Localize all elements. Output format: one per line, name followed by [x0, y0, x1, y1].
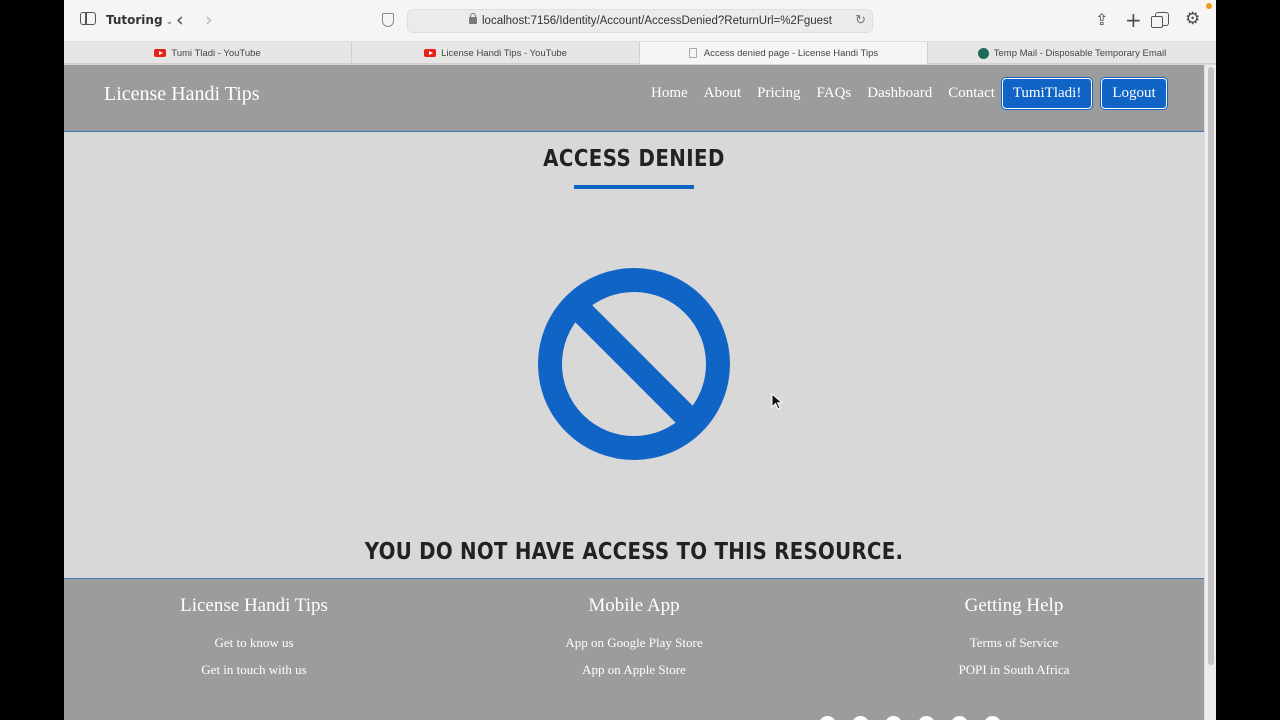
nav-dashboard-link[interactable]: Dashboard: [867, 85, 932, 102]
nav-pricing-link[interactable]: Pricing: [757, 85, 800, 102]
footer-column-about: License Handi Tips Get to know us Get in…: [64, 595, 444, 689]
page-scrollbar[interactable]: [1204, 65, 1216, 720]
footer-link[interactable]: Terms of Service: [824, 635, 1204, 651]
youtube-icon: [424, 49, 437, 57]
site-footer: License Handi Tips Get to know us Get in…: [64, 578, 1204, 720]
forward-button[interactable]: ›: [205, 9, 213, 31]
url-text[interactable]: localhost:7156/Identity/Account/AccessDe…: [482, 15, 832, 27]
youtube-icon: [154, 49, 167, 57]
nav-links: Home About Pricing FAQs Dashboard Contac…: [651, 85, 995, 102]
page-icon: [688, 48, 697, 58]
mouse-cursor-icon: [771, 393, 783, 410]
notification-dot: [1206, 3, 1212, 9]
tab-label: Access denied page - License Handi Tips: [703, 47, 879, 59]
footer-link[interactable]: POPI in South Africa: [824, 662, 1204, 678]
footer-column-mobile-app: Mobile App App on Google Play Store App …: [444, 595, 824, 689]
lock-icon: [469, 13, 477, 24]
browser-tab[interactable]: Temp Mail - Disposable Temporary Email: [928, 42, 1216, 64]
nav-contact-link[interactable]: Contact: [948, 85, 995, 102]
browser-tab[interactable]: License Handi Tips - YouTube: [352, 42, 640, 64]
footer-link[interactable]: App on Apple Store: [444, 662, 824, 678]
footer-column-help: Getting Help Terms of Service POPI in So…: [824, 595, 1204, 689]
instagram-icon[interactable]: [885, 716, 902, 720]
social-links: [819, 716, 1001, 720]
nav-faqs-link[interactable]: FAQs: [817, 85, 852, 102]
footer-link[interactable]: App on Google Play Store: [444, 635, 824, 651]
browser-window: Tutoring ⌄ ‹ › localhost:7156/Identity/Ac…: [64, 0, 1216, 720]
share-icon[interactable]: ⇪: [1095, 10, 1108, 29]
tab-label: Temp Mail - Disposable Temporary Email: [993, 47, 1167, 59]
nav-home-link[interactable]: Home: [651, 85, 688, 102]
site-brand[interactable]: License Handi Tips: [104, 83, 260, 106]
tab-group-selector[interactable]: Tutoring ⌄: [106, 13, 173, 27]
tab-group-label: Tutoring: [106, 13, 163, 27]
site-navbar: License Handi Tips Home About Pricing FA…: [64, 65, 1204, 132]
browser-toolbar: Tutoring ⌄ ‹ › localhost:7156/Identity/Ac…: [64, 0, 1216, 42]
footer-link[interactable]: Get to know us: [64, 635, 444, 651]
main-content: ACCESS DENIED YOU DO NOT HAVE ACCESS TO …: [64, 133, 1204, 578]
page-title: ACCESS DENIED: [543, 146, 725, 172]
tab-overview-icon[interactable]: [1151, 12, 1169, 28]
youtube-icon[interactable]: [951, 716, 968, 720]
tiktok-icon[interactable]: [984, 716, 1001, 720]
logout-button[interactable]: Logout: [1101, 78, 1167, 109]
reload-icon[interactable]: ↻: [855, 12, 866, 28]
browser-tab[interactable]: Tumi Tladi - YouTube: [64, 42, 352, 64]
new-tab-icon[interactable]: +: [1125, 8, 1142, 32]
footer-heading: Mobile App: [588, 595, 680, 616]
address-bar[interactable]: localhost:7156/Identity/Account/AccessDe…: [407, 9, 873, 33]
user-account-button[interactable]: TumiTladi!: [1002, 78, 1092, 109]
tab-label: License Handi Tips - YouTube: [441, 47, 567, 59]
nav-about-link[interactable]: About: [704, 85, 742, 102]
twitter-icon[interactable]: [852, 716, 869, 720]
title-underline: [574, 185, 694, 189]
no-entry-icon: [538, 268, 730, 460]
chevron-down-icon: ⌄: [165, 17, 174, 27]
footer-heading: License Handi Tips: [180, 595, 328, 616]
footer-heading: Getting Help: [964, 595, 1064, 616]
back-button[interactable]: ‹: [176, 9, 184, 31]
footer-link[interactable]: Get in touch with us: [64, 662, 444, 678]
whatsapp-icon[interactable]: [918, 716, 935, 720]
sidebar-toggle-icon[interactable]: [80, 12, 96, 25]
tab-strip: Tumi Tladi - YouTube License Handi Tips …: [64, 42, 1216, 64]
gear-icon[interactable]: ⚙: [1185, 9, 1200, 29]
privacy-shield-icon[interactable]: [382, 13, 394, 27]
temp-mail-icon: [977, 47, 989, 59]
access-message: YOU DO NOT HAVE ACCESS TO THIS RESOURCE.: [364, 539, 904, 565]
tab-label: Tumi Tladi - YouTube: [171, 47, 261, 59]
facebook-icon[interactable]: [819, 716, 836, 720]
scrollbar-thumb[interactable]: [1208, 67, 1214, 665]
browser-tab-active[interactable]: Access denied page - License Handi Tips: [640, 42, 928, 64]
